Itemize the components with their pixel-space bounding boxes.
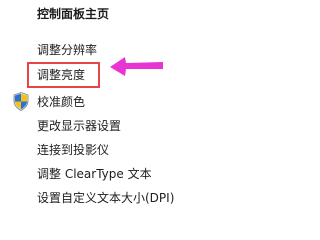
pointer-arrow-icon [110, 57, 163, 76]
shield-icon [13, 92, 29, 111]
display-tasks-panel: 控制面板主页 调整分辨率 调整亮度 校准颜色 更改显示器设置 连接到投影仪 调整… [0, 0, 209, 221]
adjust-cleartype-link[interactable]: 调整 ClearType 文本 [37, 166, 152, 182]
custom-text-size-link[interactable]: 设置自定义文本大小(DPI) [37, 190, 174, 206]
change-display-settings-link[interactable]: 更改显示器设置 [37, 118, 121, 134]
control-panel-home-link[interactable]: 控制面板主页 [37, 6, 109, 22]
calibrate-color-link[interactable]: 校准颜色 [37, 94, 85, 110]
adjust-brightness-link[interactable]: 调整亮度 [37, 67, 85, 83]
adjust-resolution-link[interactable]: 调整分辨率 [37, 42, 97, 58]
connect-projector-link[interactable]: 连接到投影仪 [37, 142, 109, 158]
